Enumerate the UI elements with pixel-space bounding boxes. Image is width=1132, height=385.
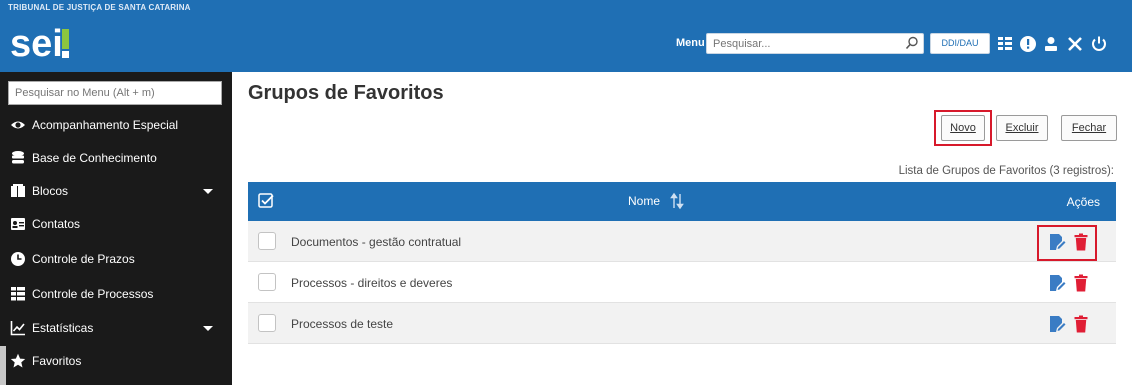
database-icon: [10, 150, 26, 166]
sidebar-item-label: Blocos: [32, 184, 69, 198]
actions-highlight-box: [1037, 225, 1097, 261]
search-icon[interactable]: [905, 36, 919, 50]
sidebar-item-estatisticas[interactable]: Estatísticas: [0, 312, 232, 344]
top-header: TRIBUNAL DE JUSTIÇA DE SANTA CATARINA se…: [0, 0, 1132, 72]
delete-icon[interactable]: [1074, 274, 1088, 292]
sidebar-item-controle-de-prazos[interactable]: Controle de Prazos: [0, 243, 232, 275]
sidebar-item-acompanhamento-especial[interactable]: Acompanhamento Especial: [0, 109, 232, 141]
sidebar-item-label: Acompanhamento Especial: [32, 118, 179, 132]
org-name: TRIBUNAL DE JUSTIÇA DE SANTA CATARINA: [8, 3, 191, 12]
row-checkbox[interactable]: [258, 273, 276, 291]
delete-icon[interactable]: [1074, 315, 1088, 333]
info-icon[interactable]: [1019, 35, 1037, 53]
chevron-down-icon[interactable]: [203, 326, 213, 331]
sidebar-item-controle-de-processos[interactable]: Controle de Processos: [0, 278, 232, 310]
novo-button[interactable]: Novo: [941, 115, 985, 141]
sei-logo[interactable]: sei: [10, 20, 74, 66]
grid-icon[interactable]: [996, 35, 1014, 53]
sidebar-menu: Acompanhamento Especial Base de Conhecim…: [0, 72, 232, 385]
sidebar-search-input[interactable]: [9, 82, 221, 104]
column-header-name[interactable]: Nome: [628, 194, 660, 208]
row-checkbox[interactable]: [258, 314, 276, 332]
table-row: Documentos - gestão contratual: [248, 221, 1116, 262]
user-icon[interactable]: [1042, 35, 1060, 53]
unit-selector-button[interactable]: DDI/DAU: [930, 33, 990, 54]
row-name: Processos - direitos e deveres: [291, 276, 453, 290]
header-search-input[interactable]: [707, 34, 897, 53]
tools-icon[interactable]: [1066, 35, 1084, 53]
list-caption: Lista de Grupos de Favoritos (3 registro…: [898, 165, 1114, 177]
edit-icon[interactable]: [1048, 315, 1066, 333]
fechar-button[interactable]: Fechar: [1061, 115, 1117, 141]
edit-icon[interactable]: [1048, 274, 1066, 292]
eye-icon: [10, 117, 26, 133]
page-title: Grupos de Favoritos: [248, 82, 444, 104]
list-icon: [10, 286, 26, 302]
sidebar-search[interactable]: [8, 81, 222, 105]
excluir-button[interactable]: Excluir: [996, 115, 1048, 141]
sidebar-item-contatos[interactable]: Contatos: [0, 208, 232, 240]
column-header-actions: Ações: [1066, 195, 1100, 209]
sidebar-item-label: Estatísticas: [32, 321, 94, 335]
header-search[interactable]: [706, 33, 924, 54]
sidebar-item-label: Base de Conhecimento: [32, 151, 157, 165]
sidebar-item-blocos[interactable]: Blocos: [0, 175, 232, 207]
sidebar-item-label: Contatos: [32, 217, 81, 231]
sidebar-item-label: Favoritos: [32, 354, 82, 368]
row-name: Documentos - gestão contratual: [291, 235, 462, 249]
page-edge-strip: [0, 346, 6, 385]
contact-card-icon: [10, 216, 26, 232]
star-icon: [10, 353, 26, 369]
sidebar-item-base-de-conhecimento[interactable]: Base de Conhecimento: [0, 142, 232, 174]
sort-icon[interactable]: [670, 192, 684, 210]
svg-text:sei: sei: [10, 23, 63, 65]
row-checkbox[interactable]: [258, 232, 276, 250]
table-row: Processos - direitos e deveres: [248, 262, 1116, 303]
menu-label[interactable]: Menu: [676, 37, 705, 49]
sidebar-item-favoritos[interactable]: Favoritos: [0, 345, 232, 377]
row-name: Processos de teste: [291, 317, 394, 331]
power-icon[interactable]: [1090, 35, 1108, 53]
sidebar-item-label: Controle de Prazos: [32, 252, 135, 266]
sidebar-item-label: Controle de Processos: [32, 287, 154, 301]
chevron-down-icon[interactable]: [203, 189, 213, 194]
clock-icon: [10, 251, 26, 267]
favorites-groups-table: Nome Ações Documentos - gestão contratua…: [248, 182, 1116, 344]
table-row: Processos de teste: [248, 303, 1116, 344]
select-all-checkbox-icon[interactable]: [258, 193, 274, 209]
table-header: Nome Ações: [248, 182, 1116, 221]
blocks-icon: [10, 183, 26, 199]
chart-icon: [10, 320, 26, 336]
